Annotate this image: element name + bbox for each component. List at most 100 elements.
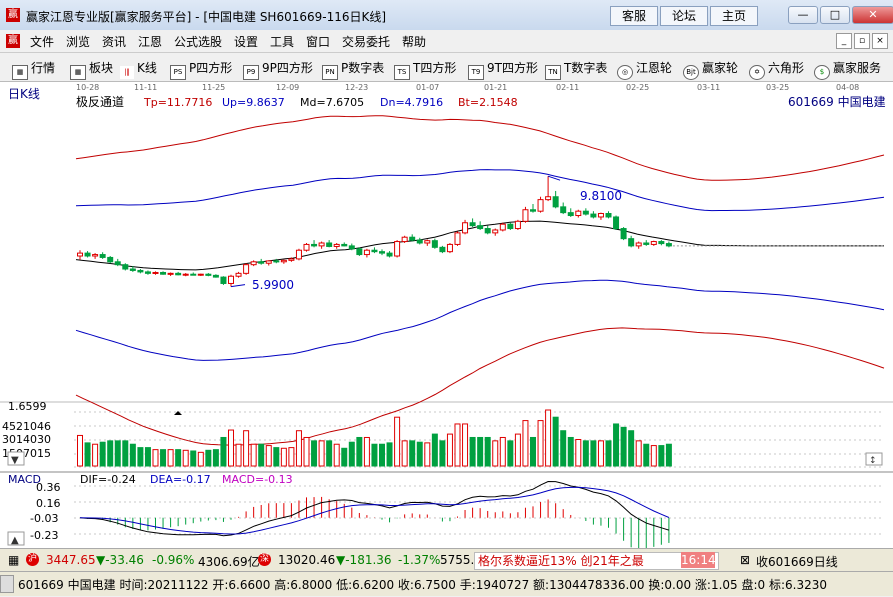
customer-service-link[interactable]: 客服 bbox=[610, 6, 658, 26]
volume-bar bbox=[258, 443, 265, 467]
maximize-button[interactable]: □ bbox=[820, 6, 850, 24]
tool-t-table[interactable]: TN T数字表 bbox=[545, 59, 607, 80]
tool-kline[interactable]: |‖ K线 bbox=[120, 59, 157, 79]
tool-9t-square[interactable]: T9 9T四方形 bbox=[468, 59, 538, 80]
ps-square-icon: PS bbox=[170, 65, 186, 80]
menu-help[interactable]: 帮助 bbox=[402, 33, 426, 50]
candle-body bbox=[522, 209, 529, 222]
detail-handle[interactable] bbox=[0, 575, 14, 593]
menu-trade[interactable]: 交易委托 bbox=[342, 33, 390, 50]
volume-bar bbox=[280, 447, 287, 467]
menu-file[interactable]: 文件 bbox=[30, 33, 54, 50]
date-tick: 01-21 bbox=[484, 83, 507, 92]
svg-text:▼: ▼ bbox=[11, 455, 19, 466]
winner-wheel-icon: Bjt bbox=[683, 65, 699, 80]
tool-quote[interactable]: ▦ 行情 bbox=[12, 59, 55, 80]
volume-bar bbox=[530, 436, 536, 467]
menu-window[interactable]: 窗口 bbox=[306, 33, 330, 50]
candle-body bbox=[212, 274, 219, 278]
candle-body bbox=[514, 220, 521, 230]
sh-index-amount: 4306.69亿 bbox=[198, 555, 260, 569]
candle-body bbox=[129, 268, 136, 271]
tool-winner-wheel[interactable]: Bjt 赢家轮 bbox=[683, 59, 738, 80]
tool-t-square[interactable]: TS T四方形 bbox=[394, 59, 456, 80]
menu-formula-select[interactable]: 公式选股 bbox=[174, 33, 222, 50]
candle-body bbox=[635, 242, 642, 247]
candle-body bbox=[122, 264, 129, 270]
chart-area[interactable]: 日K线 极反通道 Tp=11.7716 Up=9.8637 Md=7.6705 … bbox=[0, 82, 893, 548]
candle-body bbox=[409, 236, 416, 241]
volume-bar bbox=[394, 416, 401, 467]
hexagon-icon: ✡ bbox=[749, 65, 765, 80]
candle-body bbox=[394, 241, 401, 257]
volume-tick-top: 1.6599 bbox=[8, 400, 47, 413]
volume-bar bbox=[92, 443, 99, 467]
mdi-close-button[interactable]: × bbox=[872, 33, 888, 49]
menu-gann[interactable]: 江恩 bbox=[138, 33, 162, 50]
candle-body bbox=[107, 256, 114, 263]
volume-bar bbox=[356, 436, 363, 467]
tool-gann-wheel[interactable]: ◎ 江恩轮 bbox=[617, 59, 672, 80]
date-tick: 02-11 bbox=[556, 83, 579, 92]
macd-tick-1: 0.16 bbox=[36, 497, 61, 510]
forum-link[interactable]: 论坛 bbox=[660, 6, 708, 26]
close-button[interactable]: ✕ bbox=[852, 6, 893, 24]
mdi-restore-button[interactable]: ▫ bbox=[854, 33, 870, 49]
indicator-bt: Bt=2.1548 bbox=[458, 96, 518, 109]
date-tick: 01-07 bbox=[416, 83, 439, 92]
candle-body bbox=[477, 225, 484, 230]
volume-bar bbox=[107, 440, 114, 467]
sh-index-pct: -0.96% bbox=[152, 553, 195, 567]
volume-bar bbox=[522, 420, 529, 467]
volume-bar bbox=[295, 430, 302, 467]
volume-bar bbox=[628, 430, 635, 467]
date-tick: 12-09 bbox=[276, 83, 299, 92]
volume-bar bbox=[303, 436, 310, 467]
monitor-icon[interactable]: ▦ bbox=[8, 553, 19, 567]
tool-p-table[interactable]: PN P数字表 bbox=[322, 59, 384, 80]
menu-settings[interactable]: 设置 bbox=[234, 33, 258, 50]
candle-body bbox=[77, 252, 83, 257]
candle-body bbox=[288, 258, 295, 261]
candle-body bbox=[197, 273, 204, 276]
toolbar: ▦ 行情 ▦ 板块 |‖ K线 PS P四方形 P9 9P四方形 PN P数字表 TS T四方… bbox=[0, 53, 893, 82]
tool-winner-service[interactable]: $ 赢家服务 bbox=[814, 59, 881, 80]
volume-bar bbox=[99, 441, 106, 467]
volume-bar bbox=[122, 440, 129, 467]
candle-body bbox=[371, 249, 378, 253]
tool-p-square[interactable]: PS P四方形 bbox=[170, 59, 232, 80]
minimize-button[interactable]: — bbox=[788, 6, 818, 24]
homepage-link[interactable]: 主页 bbox=[710, 6, 758, 26]
macd-tick-3: -0.23 bbox=[30, 529, 58, 542]
date-tick: 03-25 bbox=[766, 83, 789, 92]
gann-wheel-icon: ◎ bbox=[617, 65, 633, 80]
tool-9p-square[interactable]: P9 9P四方形 bbox=[243, 59, 313, 80]
channel-bt-line bbox=[75, 327, 885, 446]
volume-bar bbox=[650, 445, 657, 467]
tool-hexagon[interactable]: ✡ 六角形 bbox=[749, 59, 804, 80]
menu-news[interactable]: 资讯 bbox=[102, 33, 126, 50]
candle-body bbox=[484, 228, 491, 234]
kline-chart[interactable]: 日K线 极反通道 Tp=11.7716 Up=9.8637 Md=7.6705 … bbox=[0, 82, 893, 548]
volume-bar bbox=[409, 440, 416, 467]
candle-body bbox=[318, 242, 325, 247]
volume-bar bbox=[492, 440, 499, 467]
date-tick: 11-11 bbox=[134, 83, 157, 92]
candle-body bbox=[348, 245, 355, 250]
mdi-minimize-button[interactable]: _ bbox=[836, 33, 852, 49]
volume-bar bbox=[160, 449, 167, 467]
window-title: 赢家江恩专业版[赢家服务平台] - [中国电建 SH601669-116日K线] bbox=[26, 10, 387, 24]
tool-sector[interactable]: ▦ 板块 bbox=[70, 59, 113, 80]
menu-tools[interactable]: 工具 bbox=[270, 33, 294, 50]
current-view-label: 收601669日线 bbox=[756, 555, 838, 569]
candle-body bbox=[114, 261, 121, 266]
volume-bar bbox=[190, 450, 197, 467]
candle-body bbox=[144, 271, 151, 274]
volume-bar bbox=[333, 443, 340, 467]
volume-bar bbox=[613, 423, 620, 467]
candle-body bbox=[228, 275, 234, 284]
volume-bar bbox=[137, 447, 144, 467]
macd-dif: DIF=-0.24 bbox=[80, 473, 136, 486]
shortcut-icon[interactable]: ⊠ bbox=[740, 553, 750, 567]
menu-browse[interactable]: 浏览 bbox=[66, 33, 90, 50]
